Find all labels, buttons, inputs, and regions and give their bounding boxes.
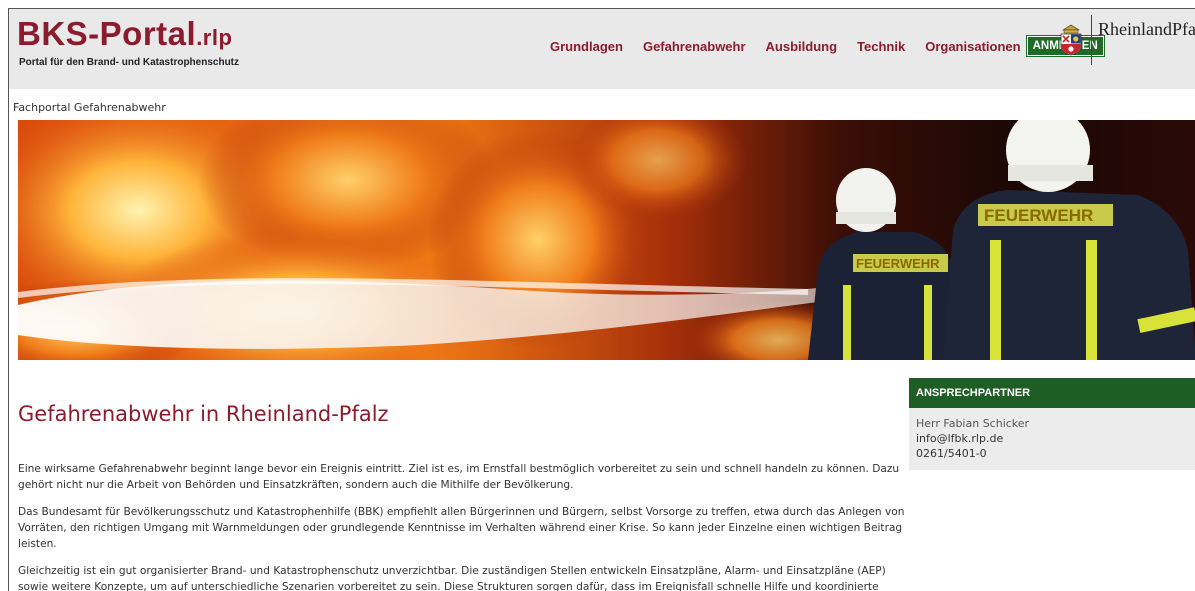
page-frame: BKS-Portal.rlp Portal für den Brand- und… xyxy=(8,8,1195,591)
site-logo[interactable]: BKS-Portal.rlp xyxy=(17,16,232,56)
page-title: Gefahrenabwehr in Rheinland-Pfalz xyxy=(18,402,389,426)
nav-item-gefahrenabwehr[interactable]: Gefahrenabwehr xyxy=(643,39,746,54)
contact-email[interactable]: info@lfbk.rlp.de xyxy=(916,431,1189,446)
svg-text:FEUERWEHR: FEUERWEHR xyxy=(984,206,1093,225)
site-header: BKS-Portal.rlp Portal für den Brand- und… xyxy=(9,9,1195,89)
nav-item-organisationen[interactable]: Organisationen xyxy=(925,39,1020,54)
logo-suffix: .rlp xyxy=(196,25,233,50)
intro-paragraph: Eine wirksame Gefahrenabwehr beginnt lan… xyxy=(18,463,900,491)
nav-item-grundlagen[interactable]: Grundlagen xyxy=(550,39,623,54)
nav-item-ausbildung[interactable]: Ausbildung xyxy=(766,39,838,54)
breadcrumb[interactable]: Fachportal Gefahrenabwehr xyxy=(13,101,166,114)
contact-name: Herr Fabian Schicker xyxy=(916,417,1030,430)
nav-item-technik[interactable]: Technik xyxy=(857,39,905,54)
contact-phone[interactable]: 0261/5401-0 xyxy=(916,446,1189,461)
bbk-paragraph: Das Bundesamt für Bevölkerungsschutz und… xyxy=(18,506,905,550)
contact-heading: ANSPRECHPARTNER xyxy=(909,378,1195,408)
logo-subtitle: Portal für den Brand- und Katastrophensc… xyxy=(19,57,240,68)
hero-image: FEUERWEHR FEUERWEHR xyxy=(18,120,1195,360)
svg-text:FEUERWEHR: FEUERWEHR xyxy=(856,256,940,271)
contact-box: ANSPRECHPARTNER Herr Fabian Schicker inf… xyxy=(909,378,1195,470)
contact-details: Herr Fabian Schicker info@lfbk.rlp.de 02… xyxy=(909,408,1195,469)
state-logo-text[interactable]: RheinlandPfal xyxy=(1098,19,1195,40)
coat-of-arms-icon xyxy=(1060,24,1082,56)
organisation-paragraph: Gleichzeitig ist ein gut organisierter B… xyxy=(18,565,886,591)
logo-text: BKS-Portal xyxy=(17,15,197,52)
header-divider xyxy=(1091,15,1092,65)
main-nav: Grundlagen Gefahrenabwehr Ausbildung Tec… xyxy=(550,35,1105,57)
